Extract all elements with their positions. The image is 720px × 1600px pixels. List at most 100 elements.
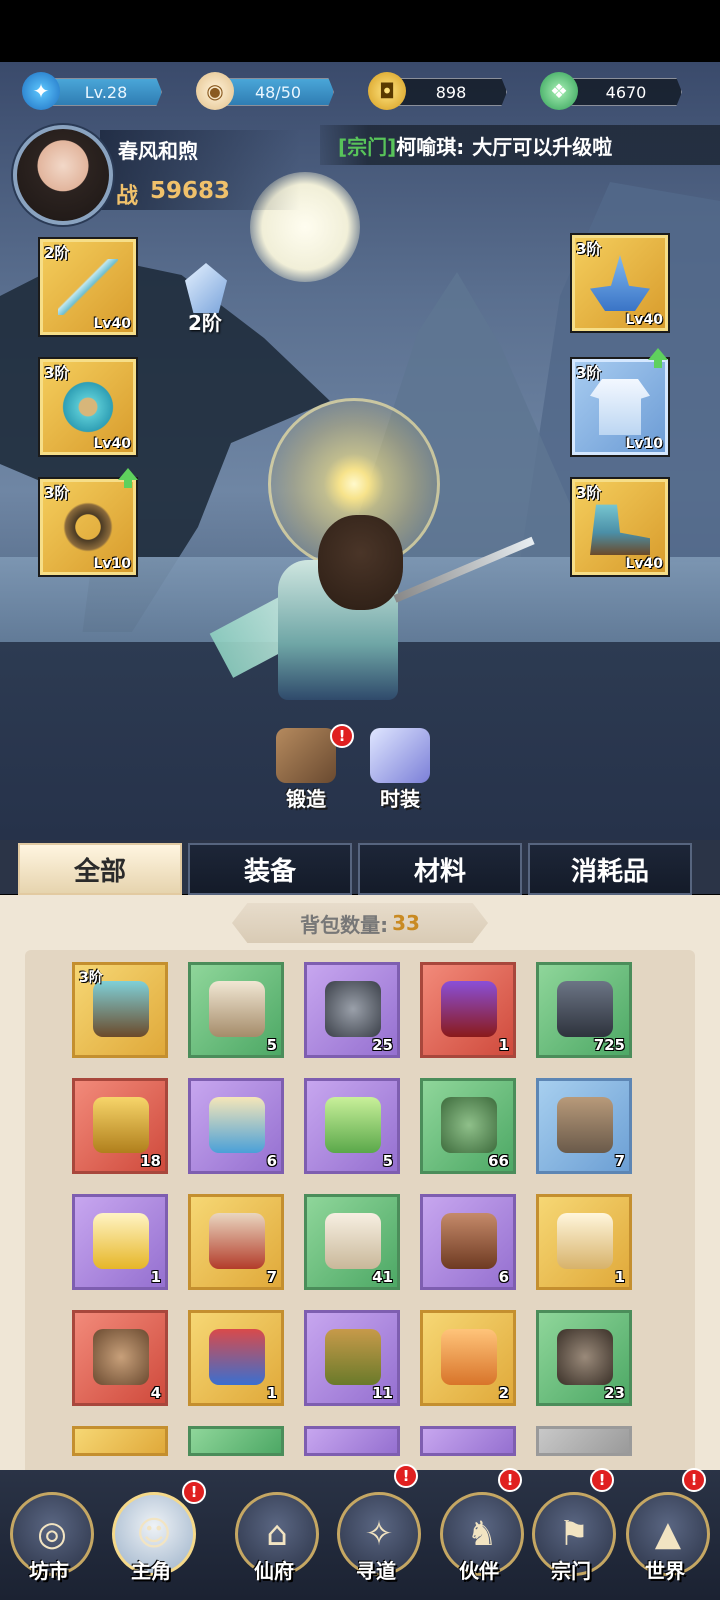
hero-head <box>318 515 403 610</box>
inventory-item[interactable] <box>420 1426 516 1456</box>
stamina-display[interactable]: 48/50 <box>222 78 334 106</box>
item-count: 4 <box>150 1384 161 1402</box>
equip-slot-headgear[interactable]: 3阶 Lv40 <box>570 233 670 333</box>
coin-display[interactable]: 898 <box>395 78 507 106</box>
inventory-item[interactable]: 11 <box>304 1310 400 1406</box>
equip-slot-weapon[interactable]: 2阶 Lv40 <box>38 237 138 337</box>
nav-alert-badge: ! <box>682 1468 706 1492</box>
player-name: 春风和煦 <box>118 139 198 163</box>
boots-icon <box>590 504 650 555</box>
item-count: 7 <box>614 1152 625 1170</box>
inventory-item[interactable]: 6 <box>188 1078 284 1174</box>
fruit-icon <box>441 1097 497 1153</box>
coin-icon[interactable]: ◘ <box>368 72 406 110</box>
item-count: 6 <box>266 1152 277 1170</box>
inventory-item[interactable] <box>188 1426 284 1456</box>
jade-text: 4670 <box>605 82 647 102</box>
item-count: 725 <box>593 1036 625 1054</box>
nav-partner[interactable]: ♞ 伙伴 <box>436 1480 524 1590</box>
nav-world[interactable]: ▲ 世界 <box>622 1480 710 1590</box>
bag-capacity: 背包数量: 33 <box>232 903 488 943</box>
inventory-item[interactable]: 18 <box>72 1078 168 1174</box>
player-avatar[interactable] <box>13 125 113 225</box>
inventory-item[interactable]: 6 <box>420 1194 516 1290</box>
tab-consumables[interactable]: 消耗品 <box>528 843 692 895</box>
item-count: 1 <box>150 1268 161 1286</box>
inventory-item[interactable]: 5 <box>188 962 284 1058</box>
sect-notice[interactable]: [宗门] 柯喻琪: 大厅可以升级啦 <box>320 125 720 165</box>
nav-hero[interactable]: ☺ 主角 <box>108 1480 196 1590</box>
notice-tag: [宗门] <box>338 134 397 159</box>
inventory-item[interactable]: 1 <box>420 962 516 1058</box>
equip-slot-ring[interactable]: 3阶 Lv10 <box>38 477 138 577</box>
slot-tier: 3阶 <box>576 364 602 382</box>
notice-speaker: 柯喻琪: <box>396 134 465 159</box>
inventory-item[interactable]: 4 <box>72 1310 168 1406</box>
leaf-icon <box>325 1329 381 1385</box>
inventory-item[interactable] <box>72 1426 168 1456</box>
jade-display[interactable]: 4670 <box>570 78 682 106</box>
ring-icon <box>58 499 118 555</box>
inventory-item[interactable]: 23 <box>536 1310 632 1406</box>
fashion-button[interactable]: 时装 <box>360 728 440 811</box>
robe-icon <box>590 379 650 435</box>
scroll-red-icon <box>209 1213 265 1269</box>
inventory-item[interactable]: 66 <box>420 1078 516 1174</box>
sword-icon <box>58 259 118 315</box>
hammer-icon <box>276 728 336 783</box>
item-count: 1 <box>498 1036 509 1054</box>
inventory-item[interactable]: 2 <box>420 1310 516 1406</box>
inventory-item[interactable]: 41 <box>304 1194 400 1290</box>
slot-level: Lv40 <box>93 436 131 452</box>
book-icon <box>209 981 265 1037</box>
nav-quest[interactable]: ✧ 寻道 <box>333 1480 421 1590</box>
slot-level: Lv40 <box>625 312 663 328</box>
jade-icon[interactable]: ❖ <box>540 72 578 110</box>
level-text: Lv.28 <box>84 82 128 102</box>
item-count: 6 <box>498 1268 509 1286</box>
tab-all[interactable]: 全部 <box>18 843 182 895</box>
ore-icon <box>557 981 613 1037</box>
scroll-map-icon <box>209 1097 265 1153</box>
inventory-item[interactable]: 7 <box>536 1078 632 1174</box>
equip-slot-amulet[interactable]: 3阶 Lv40 <box>38 357 138 457</box>
inventory-item[interactable] <box>304 1426 400 1456</box>
nav-mansion[interactable]: ⌂ 仙府 <box>231 1480 319 1590</box>
nav-market[interactable]: ◎ 坊市 <box>6 1480 94 1590</box>
level-icon: ✦ <box>22 72 60 110</box>
item-tier: 3阶 <box>79 970 103 986</box>
nav-sect[interactable]: ⚑ 宗门 <box>528 1480 616 1590</box>
inventory-item[interactable]: 1 <box>536 1194 632 1290</box>
slot-tier: 3阶 <box>576 240 602 258</box>
inventory-item[interactable]: 725 <box>536 962 632 1058</box>
item-count: 41 <box>372 1268 393 1286</box>
inventory-item[interactable]: 1 <box>72 1194 168 1290</box>
item-count: 7 <box>266 1268 277 1286</box>
inventory-item[interactable]: 5 <box>304 1078 400 1174</box>
equip-slot-armor[interactable]: 3阶 Lv10 <box>570 357 670 457</box>
cloud-charm-icon <box>93 1213 149 1269</box>
tab-equipment[interactable]: 装备 <box>188 843 352 895</box>
inventory-item[interactable]: 25 <box>304 962 400 1058</box>
equip-slot-boots[interactable]: 3阶 Lv40 <box>570 477 670 577</box>
inventory-item[interactable] <box>536 1426 632 1456</box>
nav-label: 伙伴 <box>459 1559 499 1583</box>
bag-count: 33 <box>392 911 420 935</box>
item-count: 1 <box>614 1268 625 1286</box>
fashion-label: 时装 <box>380 787 420 811</box>
inventory-item[interactable]: 1 <box>188 1310 284 1406</box>
manual-icon <box>441 1213 497 1269</box>
slot-level: Lv40 <box>625 556 663 572</box>
inventory-item[interactable]: 3阶 <box>72 962 168 1058</box>
coin-text: 898 <box>435 82 467 102</box>
slot-tier: 2阶 <box>44 244 70 262</box>
bun-icon[interactable]: ◉ <box>196 72 234 110</box>
inventory-item[interactable]: 7 <box>188 1194 284 1290</box>
power-label: 战 <box>116 184 139 209</box>
power-value: 59683 <box>150 178 231 204</box>
tab-materials[interactable]: 材料 <box>358 843 522 895</box>
forge-alert-badge: ! <box>330 724 354 748</box>
system-status-area <box>0 0 720 62</box>
item-count: 2 <box>498 1384 509 1402</box>
item-count: 5 <box>382 1152 393 1170</box>
